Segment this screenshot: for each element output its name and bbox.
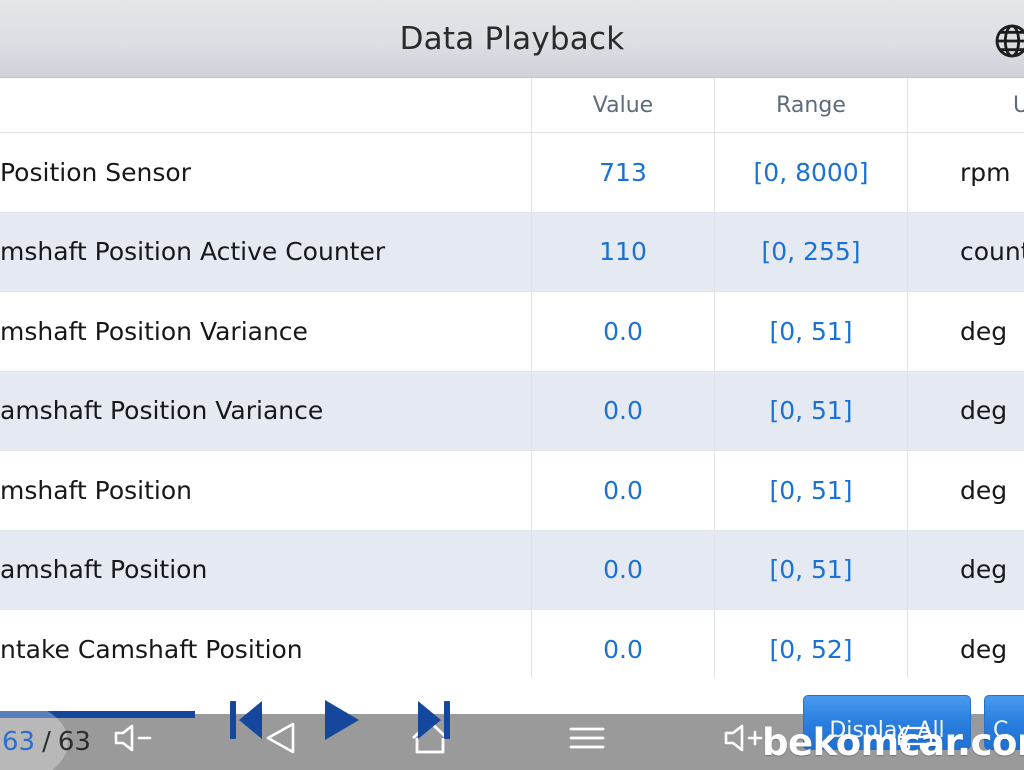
cell-unit: rpm: [907, 133, 1024, 212]
frame-total: 63: [57, 727, 91, 757]
table-header-row: Value Range U: [0, 78, 1024, 133]
cell-range: [0, 51]: [714, 371, 907, 450]
cell-name: mshaft Position: [0, 475, 192, 505]
table-row[interactable]: ntake Camshaft Position 0.0 [0, 52] deg: [0, 610, 1024, 678]
cell-value: 110: [531, 212, 714, 291]
data-playback-screen: Data Playback Value Range U Position Sen…: [0, 0, 1024, 770]
table-row[interactable]: mshaft Position Variance 0.0 [0, 51] deg: [0, 292, 1024, 372]
cell-name: mshaft Position Variance: [0, 316, 308, 346]
cell-name: Position Sensor: [0, 157, 191, 187]
frame-current: 63: [2, 727, 36, 757]
cell-range: [0, 8000]: [714, 133, 907, 212]
frame-separator: /: [42, 727, 51, 757]
cell-range: [0, 51]: [714, 292, 907, 371]
cell-name: amshaft Position: [0, 555, 208, 585]
cell-range: [0, 51]: [714, 530, 907, 609]
skip-next-button[interactable]: [414, 698, 454, 746]
table-row[interactable]: mshaft Position 0.0 [0, 51] deg: [0, 451, 1024, 531]
cell-unit: deg: [907, 530, 1024, 609]
play-button[interactable]: [317, 697, 363, 747]
cell-name: amshaft Position Variance: [0, 396, 324, 426]
cell-name: mshaft Position Active Counter: [0, 237, 386, 267]
cell-unit: deg: [907, 371, 1024, 450]
cell-value: 0.0: [531, 292, 714, 371]
table-row[interactable]: Position Sensor 713 [0, 8000] rpm: [0, 133, 1024, 213]
cell-range: [0, 52]: [714, 610, 907, 678]
volume-down-icon[interactable]: [112, 722, 158, 758]
cell-value: 0.0: [531, 610, 714, 678]
frame-counter: 63 / 63: [0, 714, 91, 770]
skip-previous-button[interactable]: [226, 698, 266, 746]
cell-name: ntake Camshaft Position: [0, 634, 303, 664]
cell-value: 0.0: [531, 371, 714, 450]
cell-value: 0.0: [531, 530, 714, 609]
data-table: Value Range U Position Sensor 713 [0, 80…: [0, 78, 1024, 678]
page-title: Data Playback: [399, 21, 625, 57]
cell-range: [0, 255]: [714, 212, 907, 291]
globe-icon[interactable]: [990, 21, 1024, 61]
table-row[interactable]: mshaft Position Active Counter 110 [0, 2…: [0, 212, 1024, 292]
table-row[interactable]: amshaft Position 0.0 [0, 51] deg: [0, 530, 1024, 610]
title-bar: Data Playback: [0, 0, 1024, 78]
cell-value: 713: [531, 133, 714, 212]
cell-unit: deg: [907, 610, 1024, 678]
cell-value: 0.0: [531, 451, 714, 530]
menu-icon[interactable]: [565, 722, 609, 758]
cell-unit: deg: [907, 292, 1024, 371]
column-header-unit[interactable]: U: [907, 78, 1024, 133]
column-header-value[interactable]: Value: [531, 78, 714, 133]
cell-unit: deg: [907, 451, 1024, 530]
car-icon: [893, 722, 937, 756]
cell-range: [0, 51]: [714, 451, 907, 530]
cell-unit: count: [907, 212, 1024, 291]
back-icon[interactable]: [262, 720, 302, 760]
column-header-range[interactable]: Range: [714, 78, 907, 133]
column-header-name: [0, 78, 530, 133]
table-row[interactable]: amshaft Position Variance 0.0 [0, 51] de…: [0, 371, 1024, 451]
